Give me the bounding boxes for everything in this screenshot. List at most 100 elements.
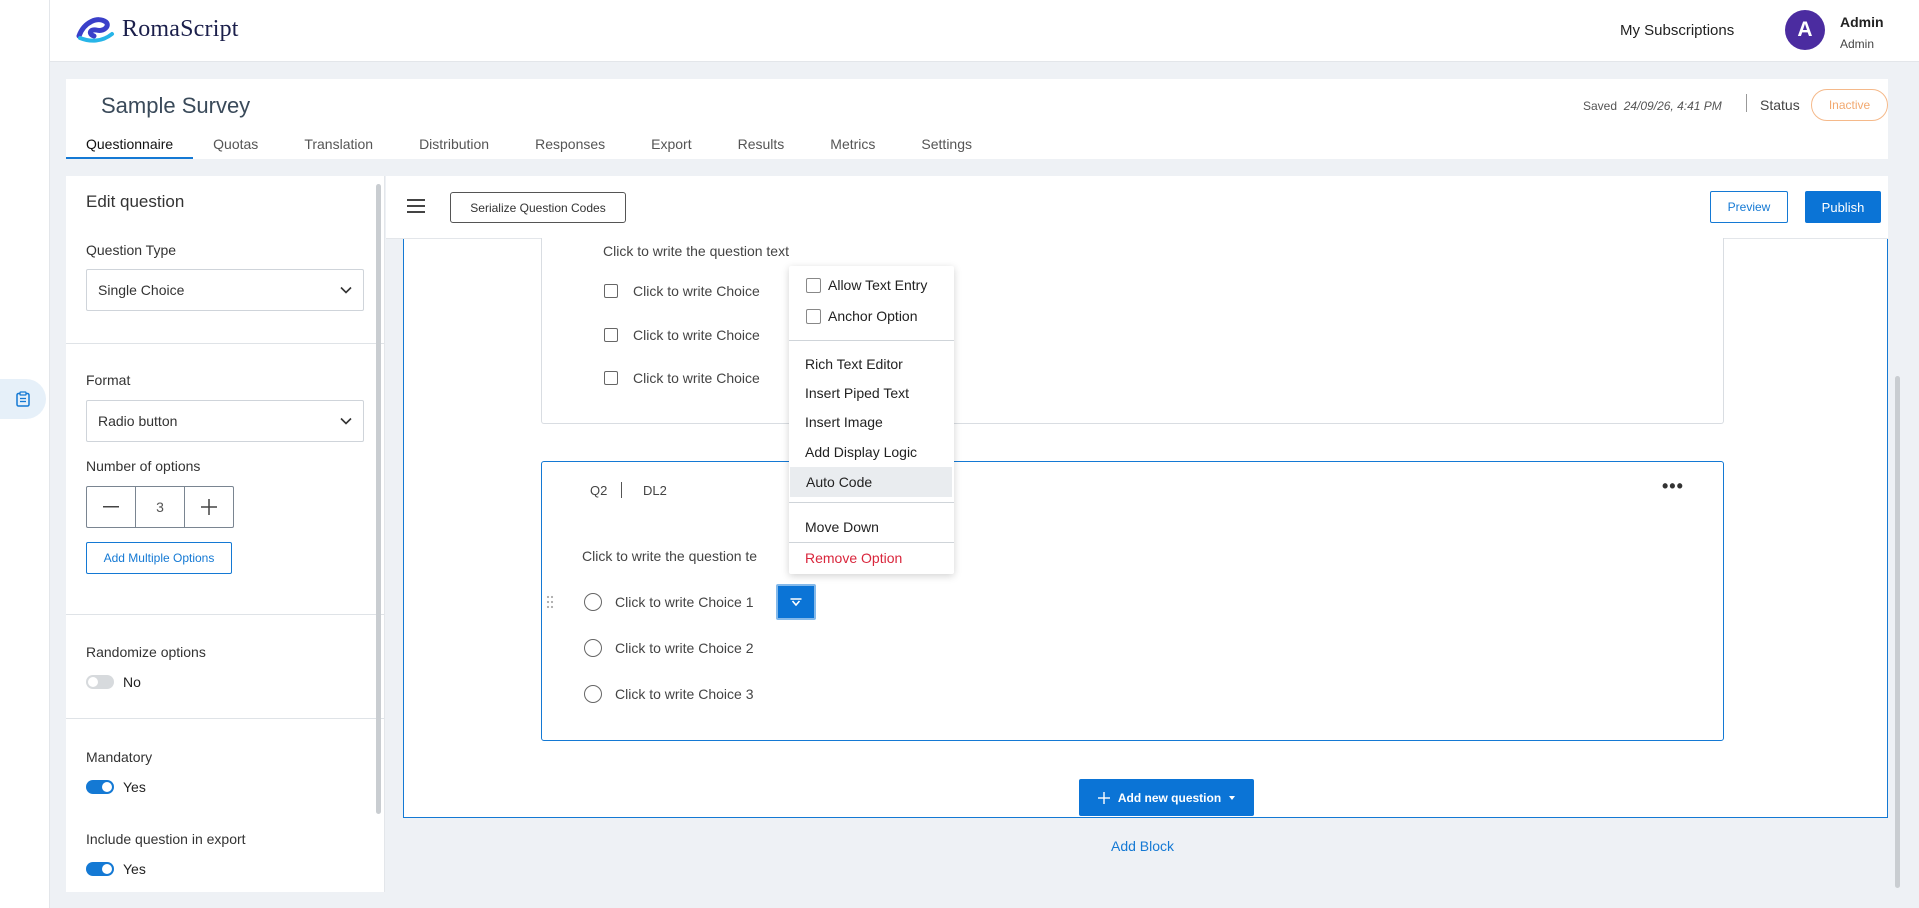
question-type-select[interactable]: Single Choice (86, 269, 364, 311)
canvas-scrollbar[interactable] (1895, 376, 1900, 888)
caret-down-icon (1229, 795, 1236, 800)
choice-text[interactable]: Click to write Choice (633, 283, 760, 299)
question-text[interactable]: Click to write the question te (582, 548, 757, 564)
left-rail (0, 0, 50, 908)
user-name: Admin (1840, 14, 1884, 30)
tab-settings[interactable]: Settings (898, 135, 995, 159)
question-card-selected[interactable]: Q2 DL2 ••• Click to write the question t… (541, 461, 1724, 741)
format-label: Format (86, 372, 131, 388)
brand-name: RomaScript (122, 15, 239, 42)
menu-item-rich-text-editor[interactable]: Rich Text Editor (789, 349, 954, 379)
choice-row[interactable]: Click to write Choice (604, 283, 760, 299)
menu-item-insert-piped-text[interactable]: Insert Piped Text (789, 378, 954, 408)
mandatory-row: Yes (86, 779, 146, 795)
choice-row[interactable]: Click to write Choice 2 (584, 639, 754, 657)
divider (1746, 94, 1747, 112)
status-label: Status (1760, 97, 1800, 113)
panel-scrollbar[interactable] (376, 184, 381, 814)
edit-question-panel: Edit question Question Type Single Choic… (66, 176, 385, 892)
format-select[interactable]: Radio button (86, 400, 364, 442)
randomize-toggle[interactable] (86, 675, 114, 689)
choice-context-menu: Allow Text Entry Anchor Option Rich Text… (789, 266, 954, 574)
choice-text[interactable]: Click to write Choice 1 (615, 594, 754, 610)
add-multiple-options-button[interactable]: Add Multiple Options (86, 542, 232, 574)
choice-menu-button[interactable] (776, 584, 816, 620)
include-export-toggle[interactable] (86, 862, 114, 876)
menu-item-move-down[interactable]: Move Down (789, 512, 954, 542)
radio-button[interactable] (584, 639, 602, 657)
menu-item-allow-text-entry[interactable]: Allow Text Entry (789, 270, 954, 300)
menu-item-anchor-option[interactable]: Anchor Option (789, 301, 954, 331)
choice-text[interactable]: Click to write Choice 2 (615, 640, 754, 656)
page-title: Sample Survey (101, 93, 251, 118)
saved-indicator: Saved 24/09/26, 4:41 PM (1583, 99, 1722, 113)
add-new-question-label: Add new question (1117, 790, 1222, 805)
increment-button[interactable] (185, 487, 233, 527)
caret-down-icon (790, 598, 802, 606)
mandatory-toggle[interactable] (86, 780, 114, 794)
questionnaire-nav-icon[interactable] (0, 379, 46, 419)
checkbox[interactable] (604, 371, 618, 385)
preview-button[interactable]: Preview (1710, 191, 1788, 223)
num-options-stepper: 3 (86, 486, 234, 528)
choice-row[interactable]: Click to write Choice 3 (584, 685, 754, 703)
radio-button[interactable] (584, 593, 602, 611)
radio-button[interactable] (584, 685, 602, 703)
questionnaire-canvas: Serialize Question Codes Preview Publish… (386, 176, 1900, 892)
minus-icon (103, 506, 119, 508)
drag-handle-icon[interactable] (546, 595, 554, 609)
status-badge[interactable]: Inactive (1811, 89, 1888, 121)
menu-item-auto-code[interactable]: Auto Code (790, 467, 952, 497)
user-role: Admin (1840, 37, 1875, 51)
panel-title: Edit question (86, 192, 185, 211)
serialize-codes-button[interactable]: Serialize Question Codes (450, 192, 626, 223)
choice-row[interactable]: Click to write Choice (604, 327, 760, 343)
choice-text[interactable]: Click to write Choice 3 (615, 686, 754, 702)
plus-icon (1097, 791, 1110, 804)
tab-questionnaire[interactable]: Questionnaire (66, 135, 194, 159)
editor-toolbar: Serialize Question Codes Preview Publish (386, 176, 1888, 239)
top-header: RomaScript My Subscriptions A Admin Admi… (50, 0, 1919, 62)
menu-icon[interactable] (407, 199, 425, 213)
tab-export[interactable]: Export (628, 135, 714, 159)
brand-logo[interactable]: RomaScript (76, 14, 239, 44)
num-options-value[interactable]: 3 (135, 487, 185, 527)
menu-item-label: Allow Text Entry (828, 277, 928, 293)
clipboard-icon (16, 391, 30, 407)
question-text[interactable]: Click to write the question text (603, 243, 789, 259)
tab-quotas[interactable]: Quotas (193, 135, 281, 159)
tab-responses[interactable]: Responses (512, 135, 628, 159)
add-new-question-button[interactable]: Add new question (1079, 779, 1254, 816)
checkbox[interactable] (806, 308, 821, 324)
avatar[interactable]: A (1785, 10, 1825, 50)
tab-results[interactable]: Results (715, 135, 808, 159)
choice-row[interactable]: Click to write Choice (604, 370, 760, 386)
decrement-button[interactable] (87, 487, 135, 527)
tab-translation[interactable]: Translation (281, 135, 396, 159)
chevron-down-icon (340, 286, 352, 294)
logo-icon (76, 17, 114, 43)
divider (789, 502, 954, 503)
my-subscriptions-link[interactable]: My Subscriptions (1620, 22, 1734, 39)
menu-item-insert-image[interactable]: Insert Image (789, 407, 954, 437)
choice-row[interactable]: Click to write Choice 1 (584, 593, 754, 611)
tab-distribution[interactable]: Distribution (396, 135, 512, 159)
more-options-icon[interactable]: ••• (1662, 476, 1684, 497)
tab-metrics[interactable]: Metrics (807, 135, 898, 159)
question-card[interactable]: Click to write the question text Click t… (541, 238, 1724, 424)
question-block: Click to write the question text Click t… (403, 238, 1888, 818)
checkbox[interactable] (604, 328, 618, 342)
checkbox[interactable] (604, 284, 618, 298)
question-type-value: Single Choice (98, 282, 185, 298)
mandatory-value: Yes (123, 779, 146, 795)
menu-item-add-display-logic[interactable]: Add Display Logic (789, 437, 954, 467)
checkbox[interactable] (806, 277, 821, 293)
choice-text[interactable]: Click to write Choice (633, 370, 760, 386)
add-block-link[interactable]: Add Block (1111, 838, 1174, 854)
divider (66, 718, 384, 719)
menu-item-remove-option[interactable]: Remove Option (789, 543, 954, 573)
randomize-value: No (123, 674, 141, 690)
choice-text[interactable]: Click to write Choice (633, 327, 760, 343)
include-export-label: Include question in export (86, 831, 246, 847)
publish-button[interactable]: Publish (1805, 191, 1881, 223)
